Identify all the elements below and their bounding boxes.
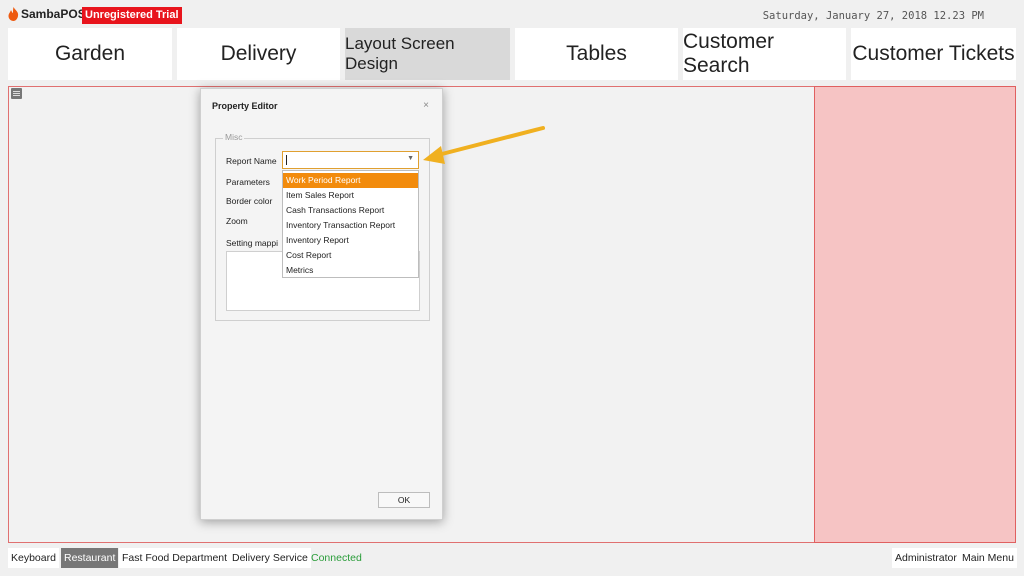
- sambapos-flame-icon: [8, 7, 19, 21]
- dropdown-option[interactable]: Work Period Report: [283, 173, 418, 188]
- report-name-label: Report Name: [226, 156, 277, 166]
- close-icon[interactable]: ×: [423, 100, 429, 111]
- tab-garden[interactable]: Garden: [8, 28, 172, 80]
- dropdown-option[interactable]: Cash Transactions Report: [283, 203, 418, 218]
- dialog-title: Property Editor: [212, 101, 278, 111]
- dropdown-option[interactable]: Inventory Transaction Report: [283, 218, 418, 233]
- zoom-label: Zoom: [226, 216, 248, 226]
- ok-button[interactable]: OK: [378, 492, 430, 508]
- dropdown-option[interactable]: Inventory Report: [283, 233, 418, 248]
- setting-mappings-label: Setting mappi: [226, 238, 278, 248]
- report-name-dropdown: Work Period Report Item Sales Report Cas…: [282, 170, 419, 278]
- user-button[interactable]: Administrator: [892, 548, 960, 568]
- border-color-label: Border color: [226, 196, 273, 206]
- connection-status: Connected: [311, 552, 362, 564]
- report-widget-panel[interactable]: [814, 86, 1016, 543]
- trial-badge: Unregistered Trial: [82, 7, 182, 24]
- tab-customer-search[interactable]: Customer Search: [683, 28, 846, 80]
- dropdown-option[interactable]: Metrics: [283, 263, 418, 278]
- tab-customer-tickets[interactable]: Customer Tickets: [851, 28, 1016, 80]
- dropdown-option[interactable]: Cost Report: [283, 248, 418, 263]
- delivery-service-button[interactable]: Delivery Service: [229, 548, 311, 568]
- tab-layout-screen-design[interactable]: Layout Screen Design: [345, 28, 510, 80]
- chevron-down-icon[interactable]: ▼: [407, 155, 414, 162]
- text-caret: [286, 155, 287, 165]
- report-name-combobox[interactable]: ▼: [282, 151, 419, 169]
- logo-text: SambaPOS: [21, 7, 86, 21]
- tab-tables[interactable]: Tables: [515, 28, 678, 80]
- keyboard-button[interactable]: Keyboard: [8, 548, 59, 568]
- property-editor-dialog: Property Editor × Misc Report Name ▼ Par…: [200, 88, 443, 520]
- restaurant-button[interactable]: Restaurant: [61, 548, 119, 568]
- fast-food-department-button[interactable]: Fast Food Department: [119, 548, 231, 568]
- dropdown-option[interactable]: Item Sales Report: [283, 188, 418, 203]
- parameters-label: Parameters: [226, 177, 270, 187]
- menu-icon[interactable]: [11, 88, 22, 99]
- group-label: Misc: [223, 132, 245, 142]
- status-bar: Keyboard Restaurant Fast Food Department…: [0, 548, 1024, 570]
- logo: SambaPOS: [8, 7, 86, 21]
- datetime: Saturday, January 27, 2018 12.23 PM: [762, 10, 984, 22]
- top-bar: SambaPOS Unregistered Trial Saturday, Ja…: [0, 0, 1024, 28]
- main-tabs: Garden Delivery Layout Screen Design Tab…: [8, 28, 1016, 80]
- main-menu-button[interactable]: Main Menu: [959, 548, 1017, 568]
- tab-delivery[interactable]: Delivery: [177, 28, 340, 80]
